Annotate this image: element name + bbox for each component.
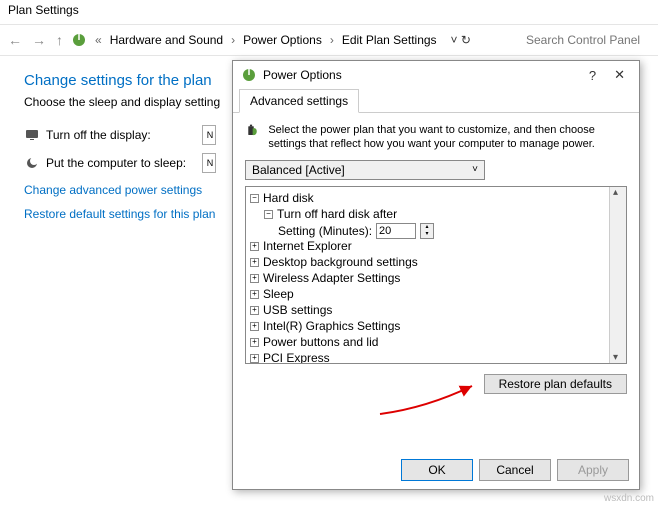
ok-button[interactable]: OK (401, 459, 473, 481)
search-input[interactable] (522, 29, 652, 51)
tree-internet-explorer[interactable]: +Internet Explorer (250, 239, 605, 255)
expand-icon[interactable]: + (250, 354, 259, 363)
power-options-dialog: Power Options ? ✕ Advanced settings Sele… (232, 60, 640, 490)
monitor-icon (24, 127, 40, 143)
sleep-dropdown[interactable]: N (202, 153, 216, 173)
battery-leaf-icon (245, 123, 260, 151)
nav-back-icon[interactable]: ← (6, 32, 24, 48)
tree-intel-graphics[interactable]: +Intel(R) Graphics Settings (250, 319, 605, 335)
breadcrumb-bar: ← → ↑ « Hardware and Sound › Power Optio… (0, 24, 658, 56)
nav-forward-icon[interactable]: → (30, 32, 48, 48)
expand-icon[interactable]: + (250, 242, 259, 251)
plan-dropdown[interactable]: Balanced [Active] ˅ (245, 160, 485, 180)
apply-button[interactable]: Apply (557, 459, 629, 481)
tree-power-buttons-lid[interactable]: +Power buttons and lid (250, 335, 605, 351)
tree-wireless-adapter[interactable]: +Wireless Adapter Settings (250, 271, 605, 287)
chevron-down-icon: ˅ (472, 164, 478, 175)
plan-dropdown-value: Balanced [Active] (252, 163, 345, 177)
tree-setting-minutes: Setting (Minutes): ▴▾ (250, 223, 605, 239)
tree-hard-disk[interactable]: −Hard disk (250, 191, 605, 207)
dialog-titlebar: Power Options ? ✕ (233, 61, 639, 89)
breadcrumb-chevron-icon: › (328, 33, 336, 47)
breadcrumb-1[interactable]: Hardware and Sound (110, 33, 223, 47)
tree-scrollbar[interactable] (609, 187, 626, 363)
tree-turn-off-hdd[interactable]: −Turn off hard disk after (250, 207, 605, 223)
expand-icon[interactable]: + (250, 274, 259, 283)
tree-sleep[interactable]: +Sleep (250, 287, 605, 303)
breadcrumb-sep: « (93, 33, 104, 47)
display-dropdown[interactable]: N (202, 125, 216, 145)
sleep-label: Put the computer to sleep: (46, 156, 186, 170)
watermark: wsxdn.com (604, 493, 654, 504)
dialog-body: Select the power plan that you want to c… (233, 113, 639, 374)
dialog-title: Power Options (263, 68, 342, 82)
window-title: Plan Settings (8, 3, 79, 17)
setting-label: Setting (Minutes): (278, 224, 372, 238)
breadcrumb-2[interactable]: Power Options (243, 33, 322, 47)
spinner-buttons[interactable]: ▴▾ (420, 223, 434, 239)
breadcrumb-chevron-icon: › (229, 33, 237, 47)
tree-desktop-background[interactable]: +Desktop background settings (250, 255, 605, 271)
display-label: Turn off the display: (46, 128, 151, 142)
minutes-input[interactable] (376, 223, 416, 239)
tree-pci-express[interactable]: +PCI Express (250, 351, 605, 363)
expand-icon[interactable]: + (250, 322, 259, 331)
spin-up-icon: ▴ (421, 224, 433, 231)
help-icon[interactable]: ? (583, 68, 602, 83)
collapse-icon[interactable]: − (264, 210, 273, 219)
tree-usb-settings[interactable]: +USB settings (250, 303, 605, 319)
collapse-icon[interactable]: − (250, 194, 259, 203)
moon-icon (24, 155, 40, 171)
tab-advanced-settings[interactable]: Advanced settings (239, 89, 359, 113)
close-icon[interactable]: ✕ (608, 67, 631, 83)
expand-icon[interactable]: + (250, 338, 259, 347)
dialog-description: Select the power plan that you want to c… (268, 123, 627, 152)
spin-down-icon: ▾ (421, 231, 433, 238)
tab-strip: Advanced settings (233, 89, 639, 113)
power-options-icon (241, 67, 257, 83)
power-plan-icon (71, 32, 87, 48)
breadcrumb-3[interactable]: Edit Plan Settings (342, 33, 437, 47)
expand-icon[interactable]: + (250, 258, 259, 267)
dialog-description-row: Select the power plan that you want to c… (245, 123, 627, 152)
expand-icon[interactable]: + (250, 306, 259, 315)
nav-up-icon[interactable]: ↑ (54, 32, 65, 48)
dialog-button-row: OK Cancel Apply (401, 459, 629, 481)
settings-tree: −Hard disk −Turn off hard disk after Set… (245, 186, 627, 364)
window-titlebar: Plan Settings (0, 0, 658, 24)
cancel-button[interactable]: Cancel (479, 459, 551, 481)
refresh-dropdown-icon[interactable]: ˅ ↻ (451, 33, 471, 47)
restore-plan-defaults-button[interactable]: Restore plan defaults (484, 374, 627, 394)
expand-icon[interactable]: + (250, 290, 259, 299)
